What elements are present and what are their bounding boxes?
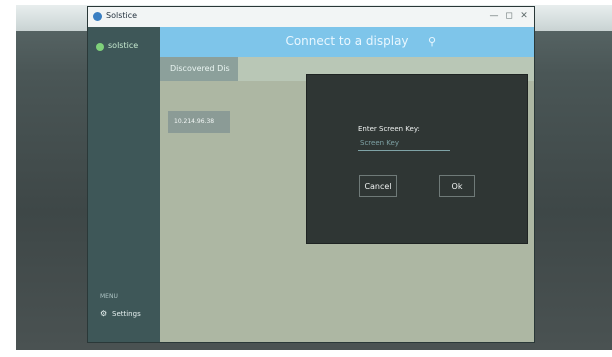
cancel-button[interactable]: Cancel bbox=[359, 175, 397, 197]
pin-icon[interactable]: ⚲ bbox=[428, 35, 436, 48]
brand-dot-icon bbox=[96, 43, 104, 51]
window-title: Solstice bbox=[106, 11, 138, 20]
ok-button[interactable]: Ok bbox=[439, 175, 475, 197]
screen-key-input[interactable] bbox=[358, 136, 450, 151]
display-address: 10.214.96.38 bbox=[174, 118, 215, 125]
main-content: Connect to a display ⚲ Discovered Dis 10… bbox=[160, 27, 534, 342]
window-titlebar: Solstice — ◻ ✕ bbox=[88, 7, 534, 28]
dialog-prompt: Enter Screen Key: bbox=[358, 125, 420, 133]
list-item[interactable]: 10.214.96.38 bbox=[168, 111, 230, 133]
sidebar-item-label: Settings bbox=[112, 310, 141, 318]
app-window: Solstice — ◻ ✕ solstice MENU ⚙ Settings … bbox=[88, 7, 534, 342]
page-title: Connect to a display bbox=[285, 34, 409, 48]
close-icon[interactable]: ✕ bbox=[518, 10, 530, 22]
minimize-icon[interactable]: — bbox=[488, 10, 500, 22]
main-header: Connect to a display ⚲ bbox=[160, 27, 534, 57]
sidebar: solstice MENU ⚙ Settings bbox=[88, 27, 160, 342]
app-icon bbox=[93, 12, 102, 21]
tab-label: Discovered Dis bbox=[170, 64, 230, 73]
menu-section-label: MENU bbox=[100, 293, 118, 300]
maximize-icon[interactable]: ◻ bbox=[503, 10, 515, 22]
gear-icon: ⚙ bbox=[100, 309, 108, 318]
brand-label: solstice bbox=[108, 41, 139, 50]
screen-key-dialog: Enter Screen Key: Cancel Ok bbox=[307, 75, 527, 243]
tab-discovered-displays[interactable]: Discovered Dis bbox=[160, 57, 238, 81]
